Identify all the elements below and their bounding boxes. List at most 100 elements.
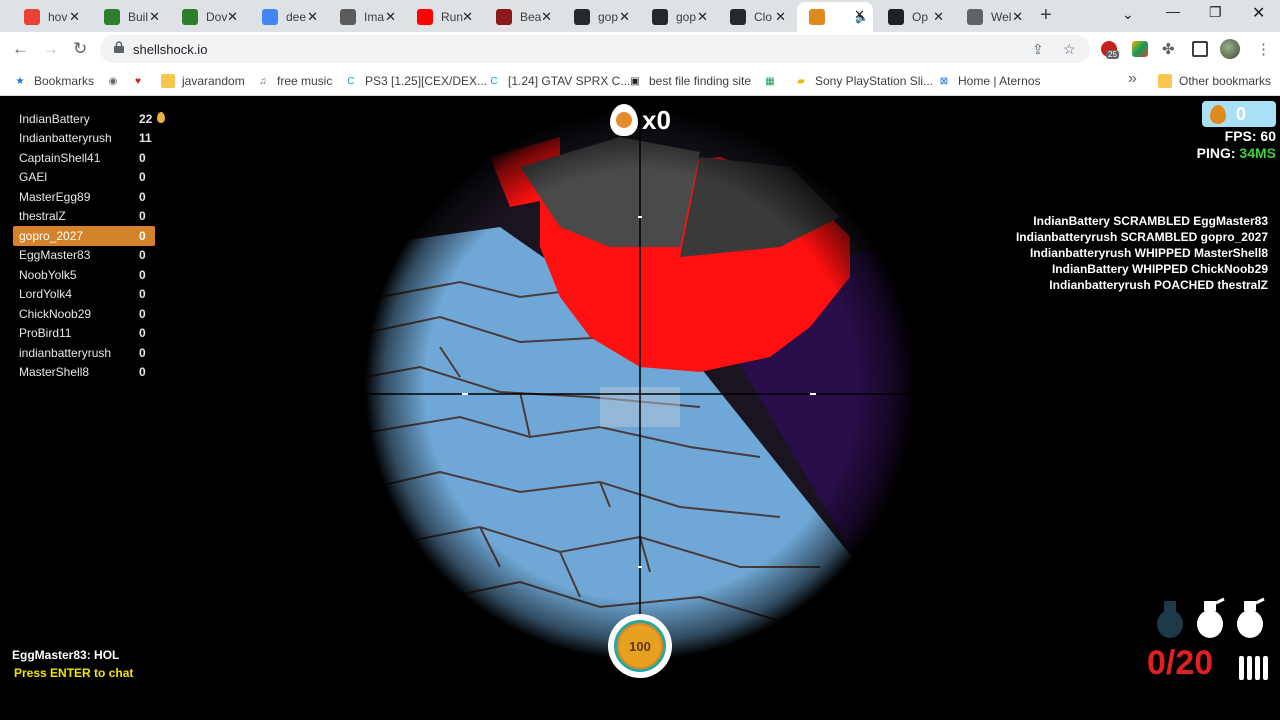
close-tab-icon[interactable]: ✕	[541, 9, 552, 25]
back-icon[interactable]: ←	[12, 39, 29, 59]
bookmark-star-icon[interactable]: ☆	[1063, 41, 1076, 58]
star-icon: ★	[15, 75, 25, 87]
scoreboard-row: IndianBattery 22	[13, 109, 155, 129]
side-panel-icon[interactable]	[1192, 41, 1208, 57]
extension-icon[interactable]	[1132, 41, 1148, 57]
scoreboard: IndianBattery 22 Indianbatteryrush 11 Captai…	[13, 109, 155, 382]
close-tab-icon[interactable]: ✕	[619, 9, 630, 25]
tab-title: Clo	[754, 10, 773, 24]
ping-readout: PING: 34MS	[1197, 145, 1276, 161]
egg-icon	[157, 112, 165, 123]
more-bookmarks-icon[interactable]: »	[1128, 70, 1137, 88]
egg-currency: 0	[1202, 101, 1276, 127]
bookmark-item[interactable]: Other bookmarks	[1158, 72, 1271, 90]
bag-icon: ▰	[797, 75, 805, 87]
tab-search-icon[interactable]: ⌄	[1122, 6, 1134, 23]
new-tab-button[interactable]: +	[1040, 5, 1052, 25]
close-tab-icon[interactable]: ✕	[227, 9, 238, 25]
minimize-button[interactable]: —	[1166, 3, 1180, 19]
kill-feed: IndianBattery SCRAMBLED EggMaster83 India…	[1016, 213, 1268, 293]
openai-icon	[888, 9, 904, 25]
globe-icon	[967, 9, 983, 25]
google-icon	[262, 9, 278, 25]
bookmark-item[interactable]: ♥	[131, 72, 152, 90]
close-tab-icon[interactable]: ✕	[307, 9, 318, 25]
medium-icon	[496, 9, 512, 25]
close-tab-icon[interactable]: ✕	[69, 9, 80, 25]
kill-streak-count: x0	[642, 104, 671, 135]
scoreboard-row: LordYolk4 0	[13, 285, 155, 305]
scoreboard-row: GAEl 0	[13, 168, 155, 188]
tab-title: gop	[676, 10, 697, 24]
player-name: ChickNoob29	[19, 306, 92, 321]
bookmark-item[interactable]: ▣ best file finding site	[628, 72, 751, 90]
extensions-puzzle-icon[interactable]: ✤	[1162, 40, 1175, 58]
forward-icon[interactable]: →	[42, 39, 59, 59]
globe-icon: ◉	[108, 75, 118, 87]
bookmark-item[interactable]: C [1.24] GTAV SPRX C...	[487, 72, 630, 90]
player-name: EggMaster83	[19, 248, 91, 263]
player-score: 0	[139, 228, 146, 243]
bookmark-item[interactable]: ⊠ Home | Aternos	[937, 72, 1041, 90]
browser-tab[interactable]: Bea ✕	[484, 4, 560, 30]
github-icon	[652, 9, 668, 25]
bookmark-label: PS3 [1.25][CEX/DEX...	[365, 74, 488, 88]
address-bar[interactable]: shellshock.io ⇪ ☆	[100, 35, 1090, 63]
player-name: IndianBattery	[19, 111, 90, 126]
bookmark-item[interactable]: javarandom	[161, 72, 245, 90]
close-tab-icon[interactable]: ✕	[775, 9, 786, 25]
bookmark-label: best file finding site	[649, 74, 752, 88]
grenade-icon-empty	[1157, 601, 1183, 638]
bookmark-item[interactable]: ◉	[106, 72, 127, 90]
menu-icon[interactable]: ⋮	[1256, 40, 1271, 58]
browser-tab[interactable]: Op ✕	[876, 4, 952, 30]
health-meter: 100	[608, 614, 672, 678]
browser-tab[interactable]: Ima ✕	[328, 4, 404, 30]
bookmark-item[interactable]: ▰ Sony PlayStation Sli...	[794, 72, 933, 90]
maximize-button[interactable]: ❐	[1209, 4, 1222, 21]
bookmark-item[interactable]: ♫ free music	[256, 72, 332, 90]
browser-tab[interactable]: Clo ✕	[718, 4, 794, 30]
player-name: MasterEgg89	[19, 189, 91, 204]
browser-tab[interactable]: 🔈 ✕	[797, 2, 873, 32]
bookmark-item[interactable]: C PS3 [1.25][CEX/DEX...	[344, 72, 487, 90]
browser-tab[interactable]: dee ✕	[250, 4, 326, 30]
share-icon[interactable]: ⇪	[1032, 41, 1044, 58]
browser-tab[interactable]: Run ✕	[405, 4, 481, 30]
grenade-icon	[1197, 597, 1225, 638]
c-icon: C	[347, 75, 355, 87]
browser-tab[interactable]: gop ✕	[562, 4, 638, 30]
close-tab-icon[interactable]: ✕	[149, 9, 160, 25]
close-window-button[interactable]: ✕	[1252, 3, 1265, 23]
close-tab-icon[interactable]: ✕	[462, 9, 473, 25]
close-tab-icon[interactable]: ✕	[697, 9, 708, 25]
bookmark-item[interactable]: ▦	[763, 72, 784, 90]
tab-title: gop	[598, 10, 619, 24]
scoreboard-row: gopro_2027 0	[13, 226, 155, 246]
tab-strip: hov ✕ Buil ✕ Dov ✕ dee ✕ Ima ✕ Run ✕ Bea ✕ gop ✕ gop ✕ Clo…	[0, 0, 1280, 32]
bookmark-item[interactable]: ★ Bookmarks	[13, 72, 95, 90]
chat-message: EggMaster83: HOL	[12, 648, 120, 662]
close-tab-icon[interactable]: ✕	[933, 9, 944, 25]
game-viewport[interactable]: IndianBattery 22 Indianbatteryrush 11 Captai…	[0, 97, 1280, 720]
kill-feed-entry: IndianBattery SCRAMBLED EggMaster83	[1033, 214, 1268, 228]
close-tab-icon[interactable]: ✕	[385, 9, 396, 25]
close-tab-icon[interactable]: ✕	[1012, 9, 1023, 25]
reload-icon[interactable]: ↻	[73, 39, 87, 59]
robot-icon: ▣	[630, 75, 640, 87]
shellshock-icon	[809, 9, 825, 25]
github-icon	[730, 9, 746, 25]
youtube-icon	[417, 9, 433, 25]
browser-tab[interactable]: Wel ✕	[955, 4, 1031, 30]
browser-tab[interactable]: gop ✕	[640, 4, 716, 30]
browser-tab[interactable]: Dov ✕	[170, 4, 246, 30]
kill-feed-entry: Indianbatteryrush SCRAMBLED gopro_2027	[1015, 230, 1268, 244]
close-tab-icon[interactable]: ✕	[854, 7, 865, 23]
kill-streak: x0	[610, 103, 671, 137]
avatar[interactable]	[1220, 39, 1240, 59]
tab-title: Ima	[364, 10, 385, 24]
chart-icon	[340, 9, 356, 25]
player-name: thestralZ	[19, 209, 66, 224]
browser-tab[interactable]: Buil ✕	[92, 4, 168, 30]
browser-tab[interactable]: hov ✕	[12, 4, 88, 30]
